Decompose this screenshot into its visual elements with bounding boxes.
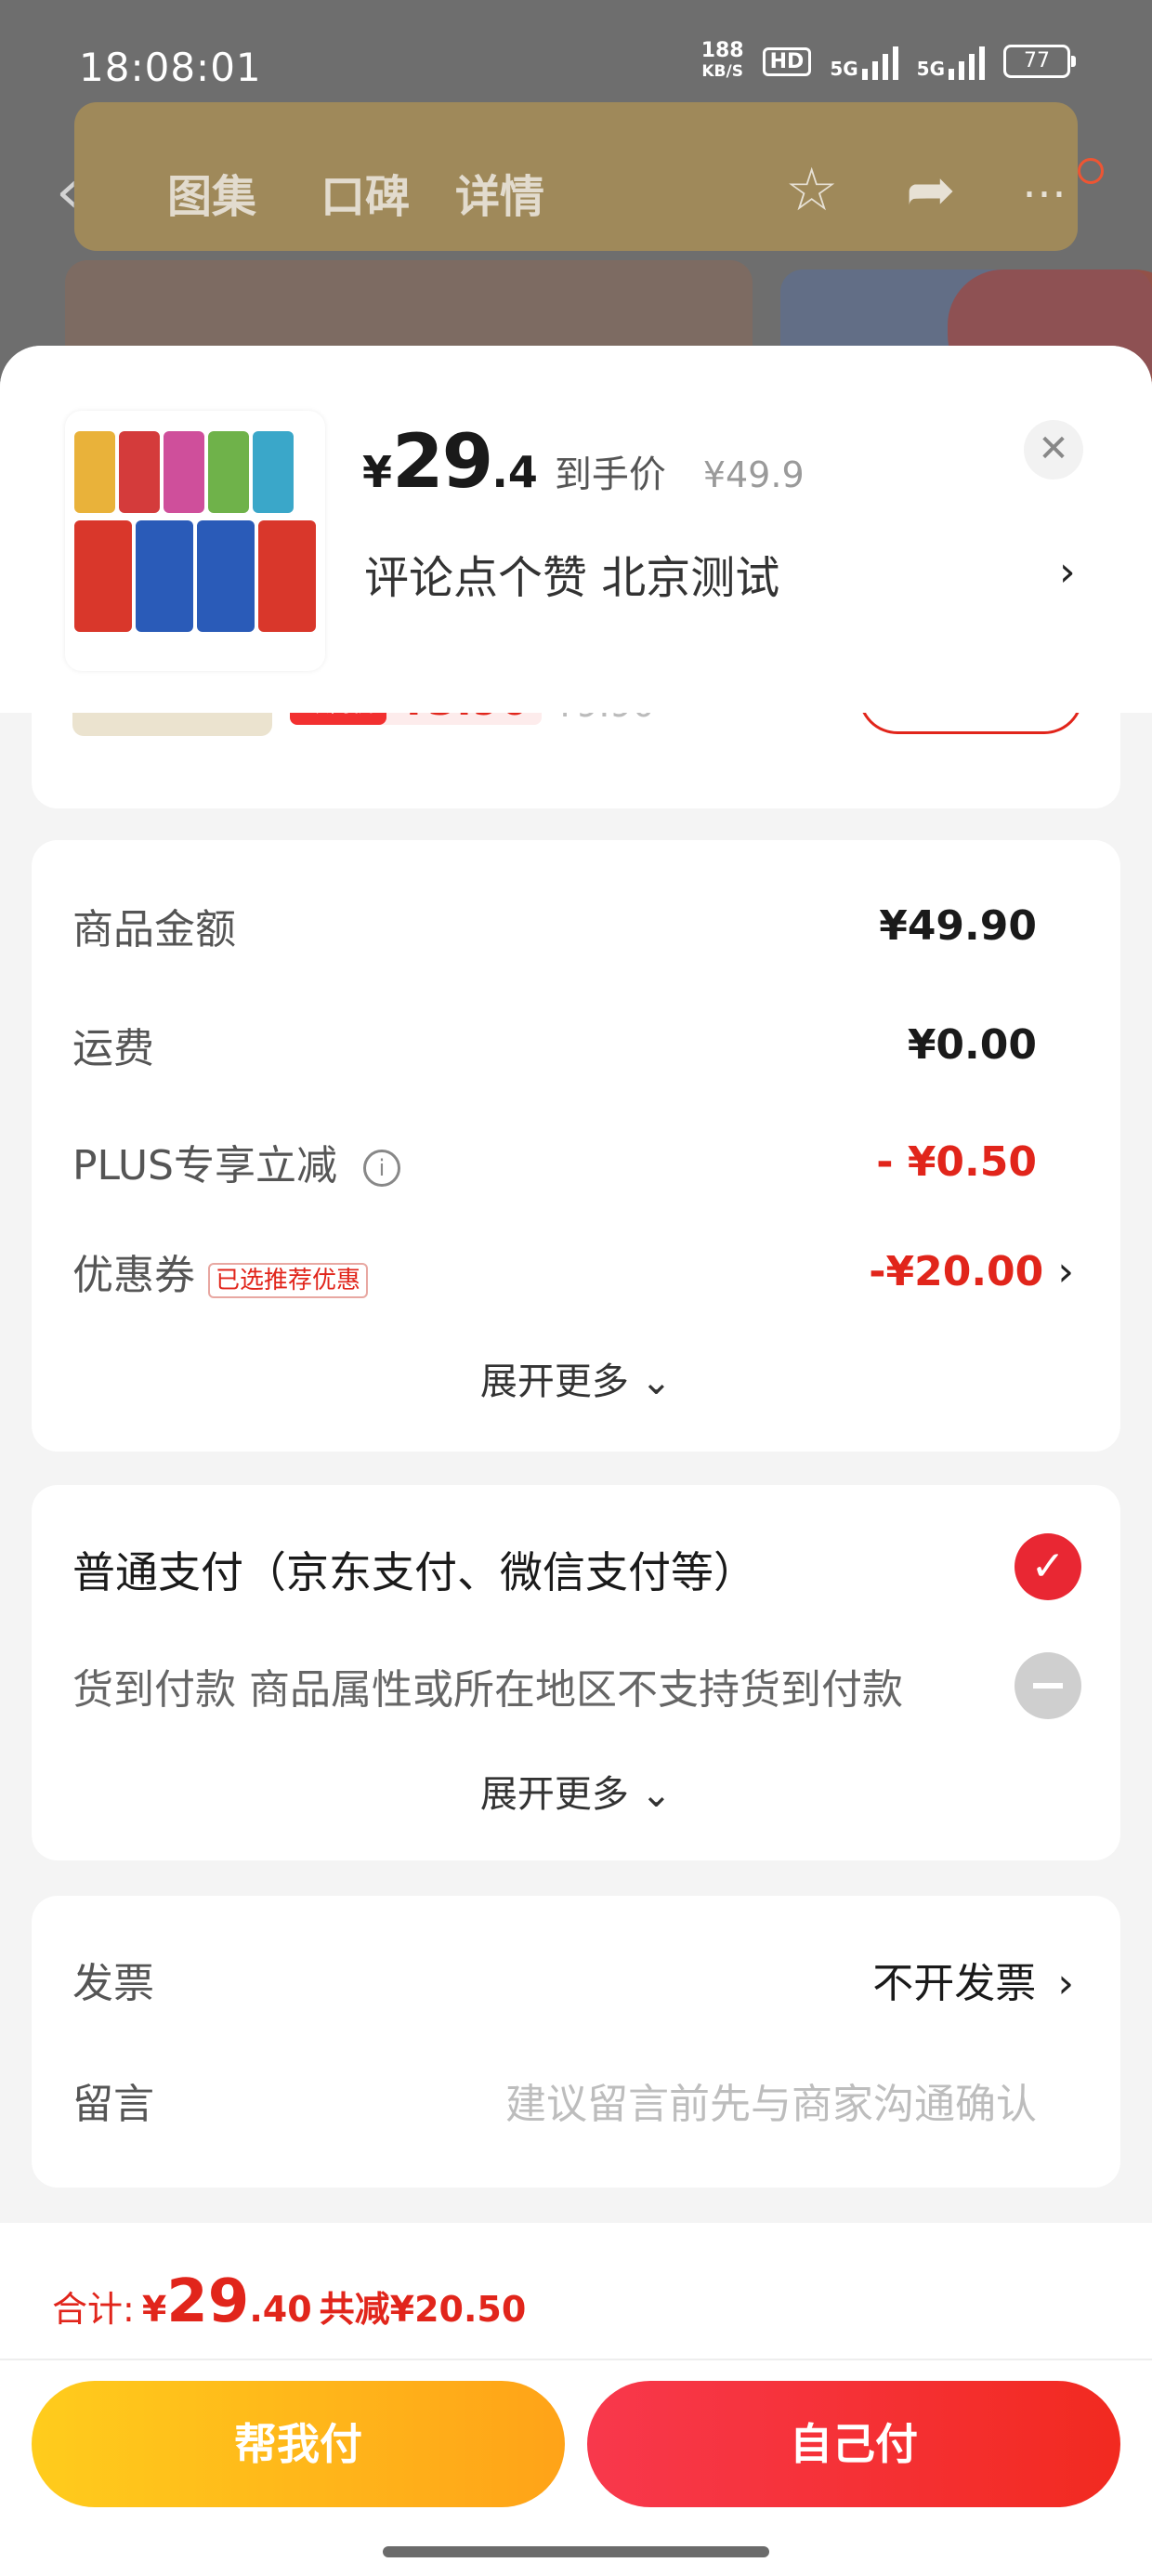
tab-gallery[interactable]: 图集: [167, 160, 256, 225]
chevron-down-icon: ⌄: [640, 1773, 673, 1816]
expand-more-payment[interactable]: 展开更多 ⌄: [32, 1764, 1120, 1818]
original-price: ¥49.9: [702, 454, 805, 495]
close-icon[interactable]: ✕: [1024, 420, 1083, 480]
coupon-selected-tag: 已选推荐优惠: [208, 1262, 369, 1298]
summary-row-coupon[interactable]: 优惠券 已选推荐优惠 -¥20.00 ›: [72, 1242, 1074, 1301]
final-price: ¥ 29 .4 到手价 ¥49.9: [362, 418, 805, 505]
final-price-label: 到手价: [554, 453, 666, 496]
signal-icon: 5G: [830, 43, 898, 80]
invoice-chevron-icon: ›: [1057, 1960, 1074, 2007]
invoice-row[interactable]: 发票 不开发票 ›: [72, 1950, 1074, 2009]
coupon-chevron-icon: ›: [1057, 1247, 1074, 1295]
message-row: 留言 建议留言前先与商家沟通确认: [72, 2070, 1037, 2130]
summary-row-plus: PLUS专享立减 i - ¥0.50: [72, 1137, 1037, 1190]
payment-card: 普通支付（京东支付、微信支付等） ✓ 货到付款 商品属性或所在地区不支持货到付款…: [32, 1485, 1120, 1860]
network-speed: 188 KB/S: [700, 39, 744, 82]
signal-icon-2: 5G: [917, 43, 985, 80]
chevron-down-icon: ⌄: [640, 1360, 673, 1403]
top-navigation: ‹ 图集 口碑 详情 ☆ ➦ ⋯: [0, 139, 1152, 242]
status-time: 18:08:01: [79, 45, 262, 90]
expand-more-summary[interactable]: 展开更多 ⌄: [32, 1351, 1120, 1405]
price-summary-card: 商品金额 ¥49.90 运费 ¥0.00 PLUS专享立减 i - ¥0.50 …: [32, 840, 1120, 1452]
notification-dot: [1078, 158, 1104, 184]
total-discount: 共减¥20.50: [319, 2289, 527, 2330]
back-icon[interactable]: ‹: [56, 158, 80, 227]
pay-myself-button[interactable]: 自己付: [587, 2381, 1120, 2507]
spec-chevron-icon[interactable]: ›: [1059, 548, 1076, 596]
product-spec: 评论点个赞 北京测试: [364, 552, 780, 604]
payment-option-standard[interactable]: 普通支付（京东支付、微信支付等）: [72, 1539, 756, 1600]
tab-reviews[interactable]: 口碑: [321, 160, 410, 225]
more-icon[interactable]: ⋯: [1022, 167, 1067, 219]
status-icons: 188 KB/S HD 5G 5G 77: [700, 39, 1076, 82]
extra-info-card: 发票 不开发票 › 留言 建议留言前先与商家沟通确认: [32, 1896, 1120, 2188]
sheet-header: ¥ 29 .4 到手价 ¥49.9 评论点个赞 北京测试 › ✕: [0, 346, 1152, 713]
share-icon[interactable]: ➦: [906, 156, 956, 225]
checkout-bar: 合计: ¥ 29 .40 共减¥20.50 帮我付 自己付: [0, 2223, 1152, 2576]
info-icon[interactable]: i: [363, 1150, 400, 1187]
hd-icon: HD: [762, 46, 812, 76]
message-input[interactable]: 建议留言前先与商家沟通确认: [505, 2070, 1037, 2130]
product-thumbnail: [65, 411, 325, 671]
home-indicator: [383, 2546, 769, 2557]
payment-option-cod: 货到付款 商品属性或所在地区不支持货到付款: [72, 1666, 903, 1714]
favorite-star-icon[interactable]: ☆: [785, 156, 838, 225]
help-me-pay-button[interactable]: 帮我付: [32, 2381, 565, 2507]
status-bar: 18:08:01 188 KB/S HD 5G 5G 77: [0, 0, 1152, 139]
summary-row-goods: 商品金额 ¥49.90: [72, 901, 1037, 954]
divider: [0, 2359, 1152, 2360]
battery-icon: 77: [1003, 45, 1076, 78]
summary-row-shipping: 运费 ¥0.00: [72, 1020, 1037, 1073]
invoice-value: 不开发票: [872, 1960, 1037, 2007]
total-amount: 合计: ¥ 29 .40 共减¥20.50: [52, 2267, 527, 2336]
tab-details[interactable]: 详情: [455, 160, 544, 225]
disabled-option-icon: [1015, 1652, 1081, 1719]
selected-check-icon[interactable]: ✓: [1015, 1533, 1081, 1600]
